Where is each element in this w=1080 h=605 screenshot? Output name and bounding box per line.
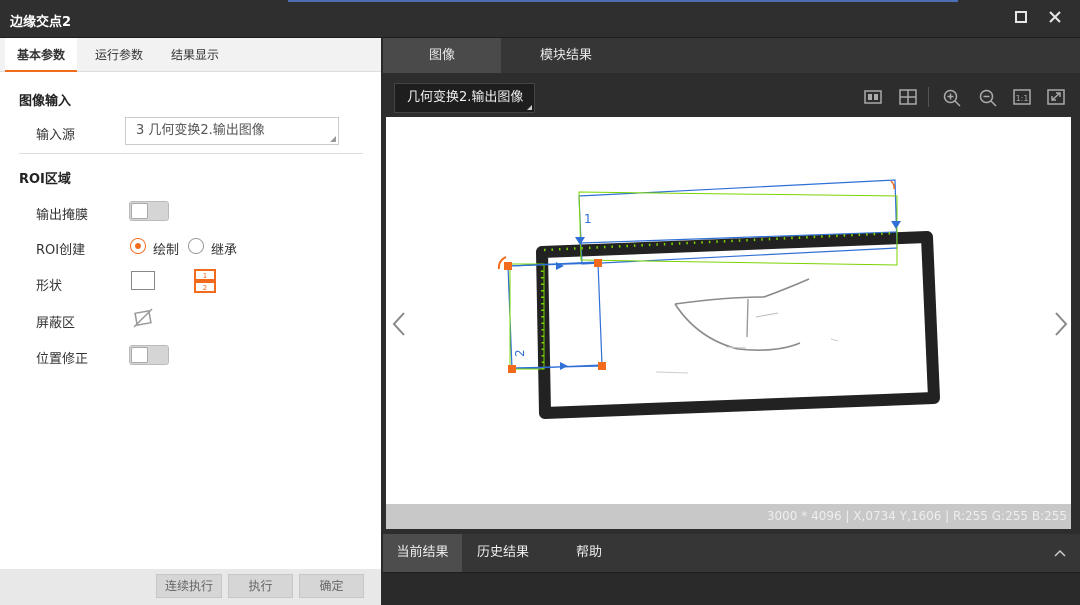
- continuous-run-button[interactable]: 连续执行: [156, 574, 222, 598]
- results-area: [383, 572, 1080, 605]
- toggle-knob: [131, 203, 148, 219]
- tab-current-result[interactable]: 当前结果: [383, 534, 462, 572]
- shape-label: 形状: [36, 279, 63, 294]
- divider: [19, 153, 363, 154]
- radio-inherit-label: 继承: [211, 243, 238, 258]
- window-title: 边缘交点2: [10, 15, 72, 30]
- radio-draw-label: 绘制: [153, 243, 180, 258]
- fit-window-icon[interactable]: [1047, 89, 1065, 105]
- tab-run-params[interactable]: 运行参数: [83, 38, 155, 72]
- image-tabs: 图像 模块结果: [383, 38, 1080, 73]
- roi-create-label: ROI创建: [36, 243, 86, 258]
- svg-text:1: 1: [203, 272, 207, 280]
- source-label: 输入源: [36, 128, 76, 143]
- mask-output-label: 输出掩膜: [36, 208, 89, 223]
- result-tabs: 当前结果 历史结果 帮助: [383, 534, 1080, 572]
- image-viewer[interactable]: 1 2: [386, 117, 1071, 529]
- source-select-value: 3 几何变换2.输出图像: [136, 123, 265, 138]
- footer-buttons: 连续执行 执行 确定: [0, 569, 381, 605]
- svg-text:2: 2: [203, 284, 207, 292]
- mask-area-icon[interactable]: [131, 306, 155, 330]
- shape-multi-rect-icon[interactable]: 1 2: [194, 269, 216, 293]
- tab-basic-params[interactable]: 基本参数: [5, 38, 77, 72]
- tab-image[interactable]: 图像: [383, 38, 501, 73]
- dropdown-corner-icon: [527, 105, 532, 110]
- tab-module-results[interactable]: 模块结果: [501, 38, 631, 73]
- confirm-button[interactable]: 确定: [299, 574, 364, 598]
- dropdown-corner-icon: [330, 136, 336, 142]
- image-toolbar: 几何变换2.输出图像 1:1: [383, 73, 1080, 117]
- mask-output-toggle[interactable]: [129, 201, 169, 221]
- svg-text:1:1: 1:1: [1016, 94, 1029, 103]
- section-roi: ROI区域: [19, 172, 71, 187]
- roi-2-label: 2: [513, 349, 527, 357]
- tab-result-display[interactable]: 结果显示: [159, 38, 231, 72]
- toolbar-divider: [928, 87, 929, 107]
- position-fix-toggle[interactable]: [129, 345, 169, 365]
- image-panel: 图像 模块结果 几何变换2.输出图像 1:1 1 2 3000 * 4096 |…: [383, 38, 1080, 605]
- mask-area-label: 屏蔽区: [36, 316, 76, 331]
- grid-view-icon[interactable]: [899, 89, 917, 105]
- close-icon[interactable]: [1046, 10, 1064, 28]
- source-select[interactable]: 3 几何变换2.输出图像: [125, 117, 339, 145]
- position-fix-label: 位置修正: [36, 352, 89, 367]
- zoom-out-icon[interactable]: [979, 89, 997, 107]
- image-status-bar: 3000 * 4096 | X,0734 Y,1606 | R:255 G:25…: [386, 504, 1071, 529]
- actual-size-icon[interactable]: 1:1: [1013, 89, 1031, 105]
- tab-history-result[interactable]: 历史结果: [463, 534, 543, 572]
- split-view-icon[interactable]: [864, 89, 882, 105]
- execute-button[interactable]: 执行: [228, 574, 293, 598]
- image-source-value: 几何变换2.输出图像: [407, 90, 524, 105]
- parameters-panel: 基本参数 运行参数 结果显示 图像输入 输入源 3 几何变换2.输出图像 ROI…: [0, 38, 381, 605]
- radio-draw[interactable]: [130, 238, 146, 254]
- radio-inherit[interactable]: [188, 238, 204, 254]
- prev-image-icon[interactable]: [391, 310, 407, 345]
- window-titlebar: 边缘交点2: [0, 0, 1080, 38]
- collapse-chevron-icon[interactable]: [1053, 547, 1067, 559]
- section-image-input: 图像输入: [19, 94, 72, 109]
- roi-1-label: 1: [584, 212, 592, 226]
- image-canvas: 1 2: [497, 179, 940, 419]
- titlebar-accent: [288, 0, 958, 2]
- tab-help[interactable]: 帮助: [544, 534, 634, 572]
- maximize-icon[interactable]: [1012, 10, 1030, 28]
- toggle-knob: [131, 347, 148, 363]
- parameter-tabs: 基本参数 运行参数 结果显示: [0, 38, 381, 72]
- next-image-icon[interactable]: [1053, 310, 1069, 345]
- zoom-in-icon[interactable]: [943, 89, 961, 107]
- shape-rectangle-icon[interactable]: [131, 271, 155, 290]
- image-source-select[interactable]: 几何变换2.输出图像: [394, 83, 535, 113]
